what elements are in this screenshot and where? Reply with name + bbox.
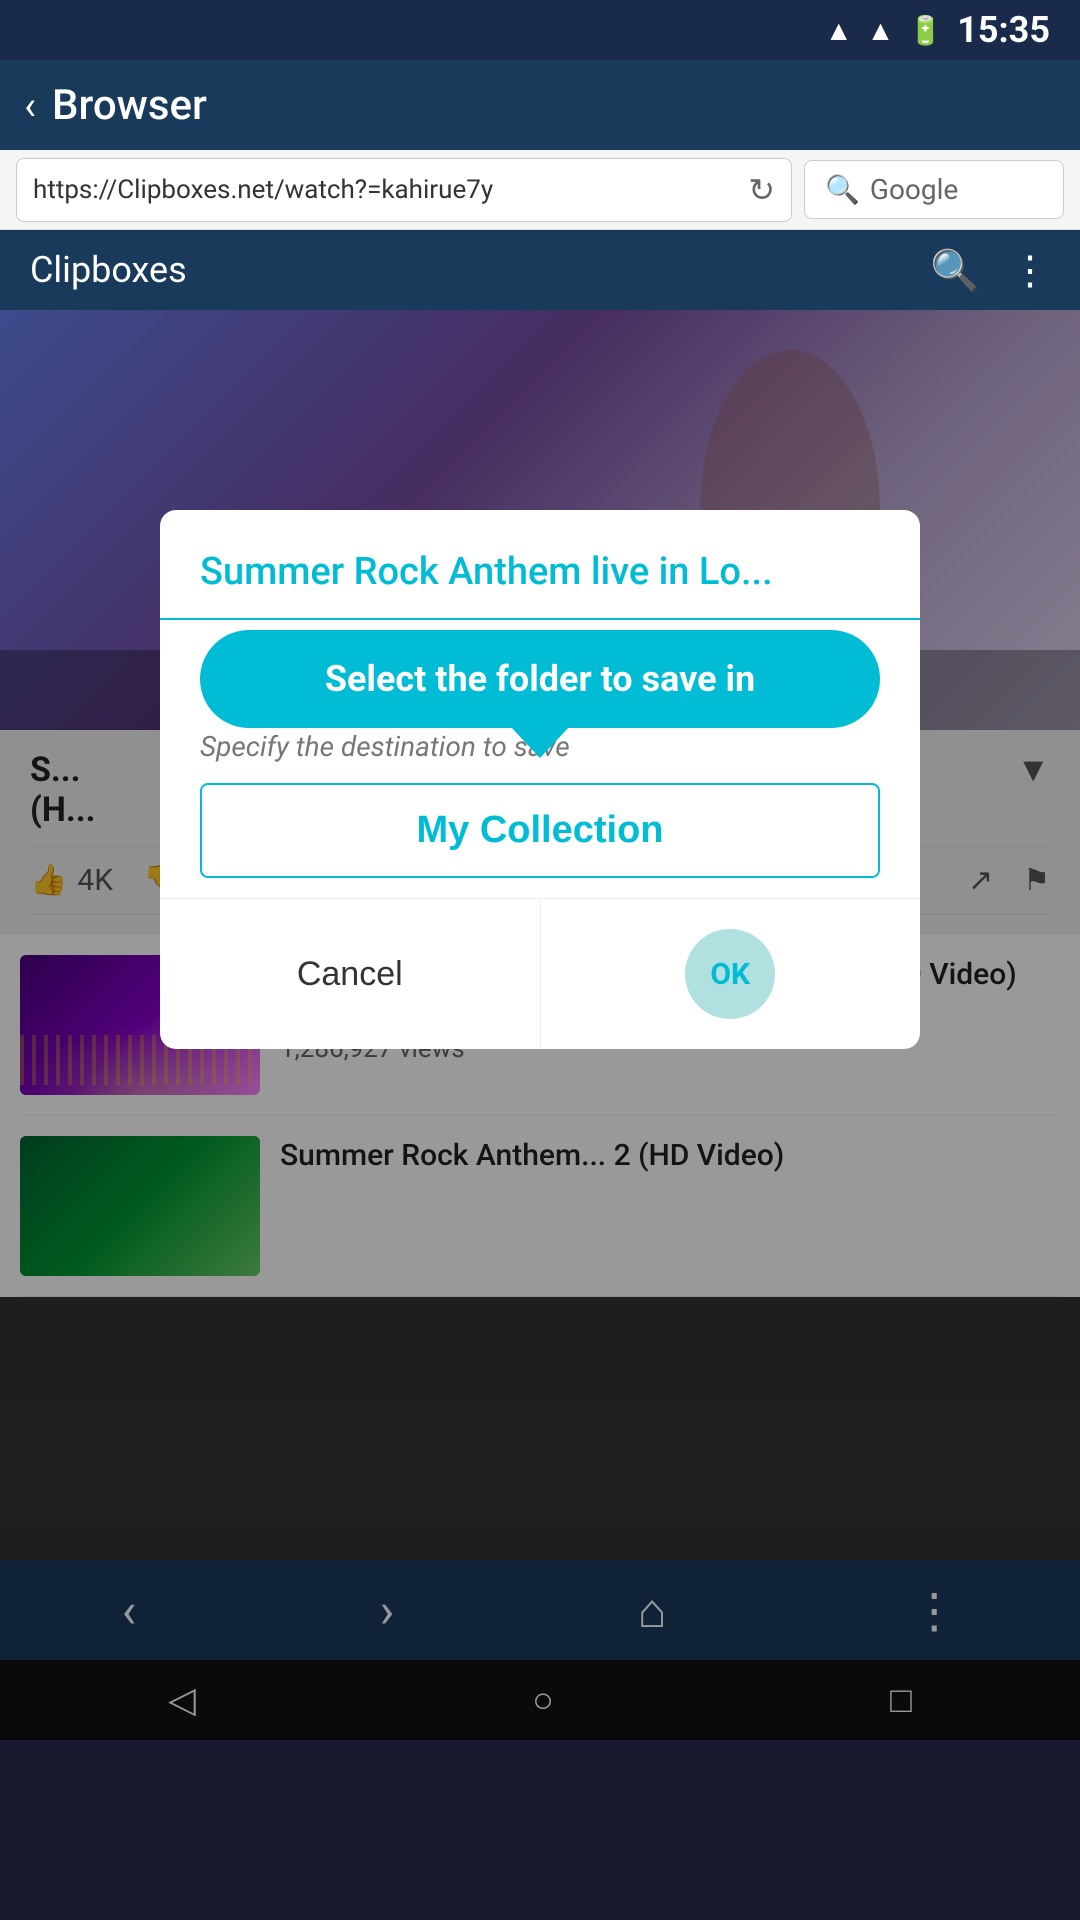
google-label: Google [870, 173, 958, 206]
search-button[interactable]: 🔍 [930, 247, 980, 294]
refresh-icon[interactable]: ↻ [748, 171, 775, 209]
browser-header: ‹ Browser [0, 60, 1080, 150]
cancel-button[interactable]: Cancel [160, 899, 541, 1049]
dialog-video-title: Summer Rock Anthem live in Lo... [200, 550, 880, 618]
wifi-icon: ▲ [825, 14, 853, 47]
back-browser-button[interactable]: ‹ [24, 82, 36, 129]
battery-icon: 🔋 [908, 14, 943, 47]
google-search-input[interactable]: 🔍 Google [804, 160, 1064, 219]
dialog-title-area: Summer Rock Anthem live in Lo... [160, 510, 920, 620]
clipboxes-bar: Clipboxes 🔍 ⋮ [0, 230, 1080, 310]
ok-button-area: OK [541, 899, 921, 1049]
search-icon: 🔍 [825, 173, 860, 206]
status-icons: ▲ ▲ 🔋 15:35 [825, 9, 1050, 51]
dialog-actions: Cancel OK [160, 898, 920, 1049]
signal-icon: ▲ [867, 14, 895, 47]
save-dialog: Summer Rock Anthem live in Lo... Select … [160, 510, 920, 1049]
main-content: S...(H... ▼ 👍 4K 👎 408 ↗ ⚑ [0, 310, 1080, 1740]
more-options-button[interactable]: ⋮ [1010, 247, 1050, 294]
browser-title: Browser [52, 81, 207, 130]
clipboxes-title: Clipboxes [30, 249, 187, 291]
status-bar: ▲ ▲ 🔋 15:35 [0, 0, 1080, 60]
speech-bubble: Select the folder to save in [200, 630, 880, 728]
url-bar: https://Clipboxes.net/watch?=kahirue7y ↻… [0, 150, 1080, 230]
url-input[interactable]: https://Clipboxes.net/watch?=kahirue7y ↻ [16, 158, 792, 222]
ok-button[interactable]: OK [685, 929, 775, 1019]
speech-bubble-text: Select the folder to save in [325, 658, 755, 700]
my-collection-button[interactable]: My Collection [200, 783, 880, 878]
clipboxes-toolbar: 🔍 ⋮ [930, 247, 1050, 294]
dialog-overlay: Summer Rock Anthem live in Lo... Select … [0, 310, 1080, 1740]
status-time: 15:35 [957, 9, 1050, 51]
url-text: https://Clipboxes.net/watch?=kahirue7y [33, 175, 493, 205]
